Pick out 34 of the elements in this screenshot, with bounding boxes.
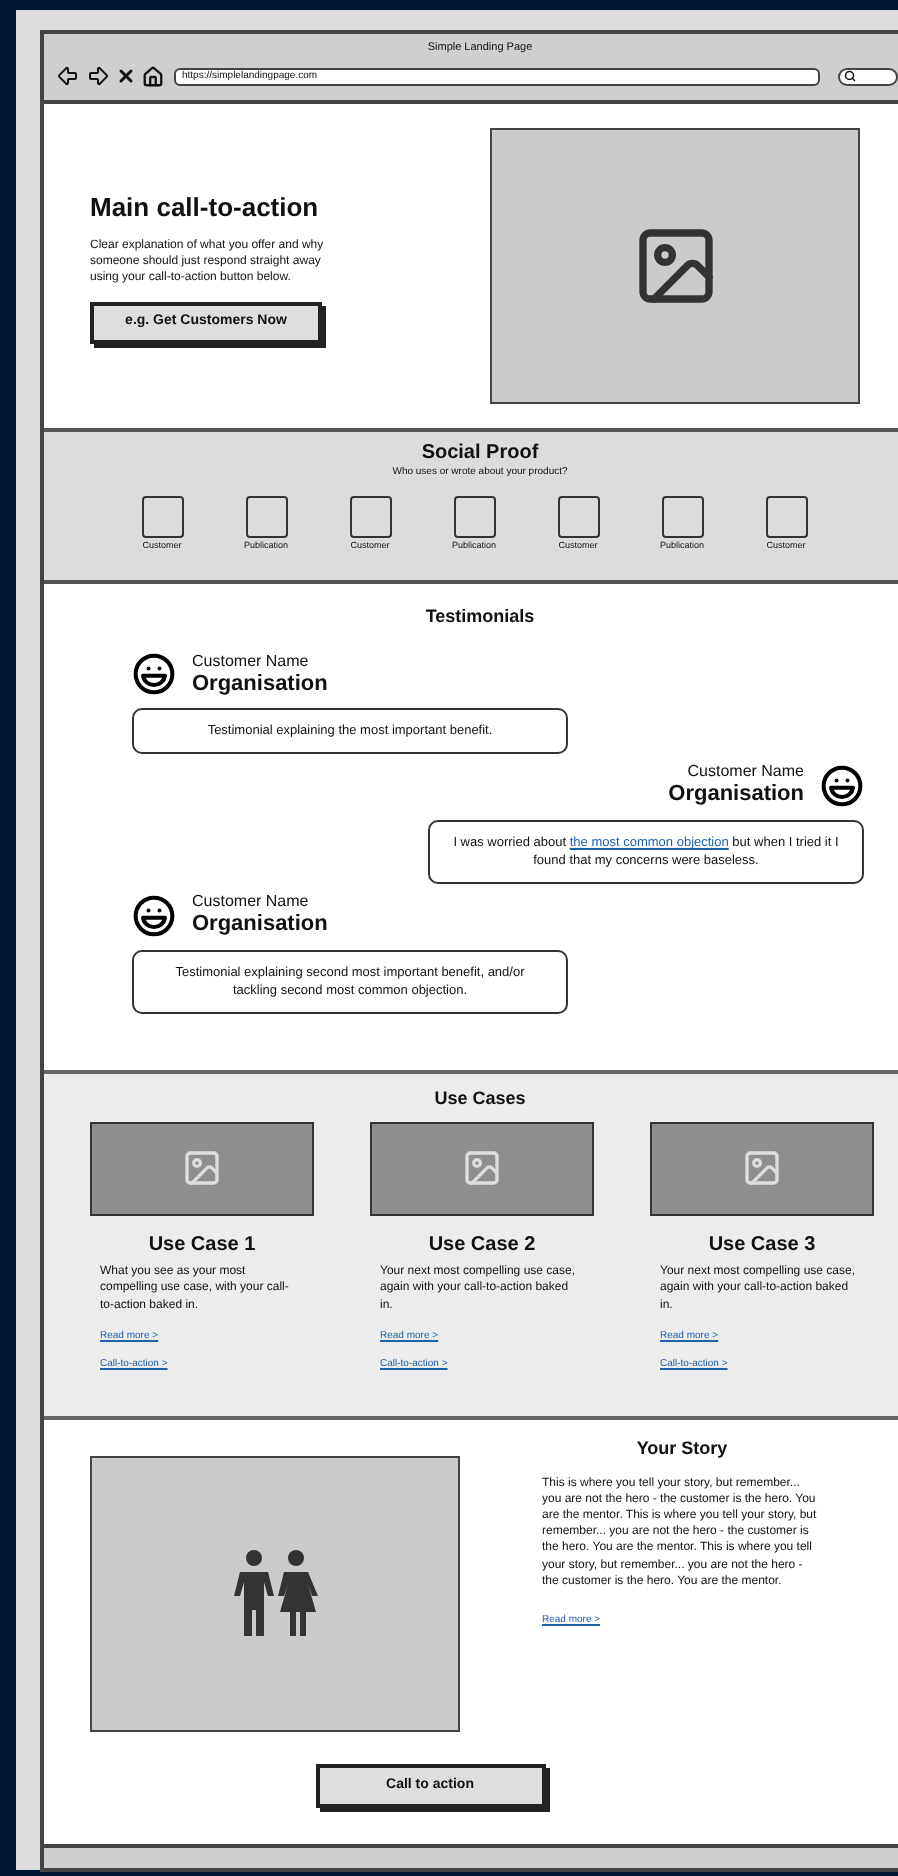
customer-name: Customer Name bbox=[192, 892, 309, 912]
organisation-name: Organisation bbox=[668, 782, 804, 810]
section-title: Social Proof bbox=[421, 444, 539, 464]
customer-name: Customer Name bbox=[687, 762, 804, 783]
back-icon[interactable] bbox=[56, 64, 80, 89]
logo-placeholder bbox=[661, 495, 703, 537]
organisation-name: Organisation bbox=[192, 912, 328, 940]
customer-name: Customer Name bbox=[192, 651, 309, 671]
story-title: Your Story bbox=[636, 1436, 728, 1462]
smiley-icon bbox=[132, 652, 176, 697]
logo-placeholder bbox=[765, 495, 807, 537]
logo-placeholder bbox=[349, 495, 391, 537]
logo-placeholder bbox=[453, 495, 495, 537]
use-case-title: Use Case 3 bbox=[708, 1231, 816, 1259]
image-icon bbox=[182, 1148, 222, 1188]
logo-placeholder bbox=[141, 495, 183, 537]
organisation-name: Organisation bbox=[192, 671, 328, 699]
forward-icon[interactable] bbox=[86, 64, 110, 89]
search-icon bbox=[844, 70, 856, 83]
close-icon[interactable] bbox=[116, 66, 136, 87]
section-title: Use Cases bbox=[434, 1086, 526, 1112]
image-icon bbox=[742, 1148, 782, 1188]
search-field[interactable] bbox=[838, 67, 898, 86]
smiley-icon bbox=[820, 764, 864, 809]
section-title: Testimonials bbox=[425, 604, 535, 630]
use-case-title: Use Case 1 bbox=[148, 1231, 256, 1259]
logo-placeholder bbox=[245, 495, 287, 537]
hero-title: Main call-to-action bbox=[90, 190, 319, 227]
logo-placeholder bbox=[557, 495, 599, 537]
use-case-title: Use Case 2 bbox=[428, 1231, 536, 1259]
people-icon bbox=[233, 1548, 317, 1640]
smiley-icon bbox=[132, 893, 176, 938]
home-icon[interactable] bbox=[142, 65, 164, 88]
image-icon bbox=[462, 1148, 502, 1188]
